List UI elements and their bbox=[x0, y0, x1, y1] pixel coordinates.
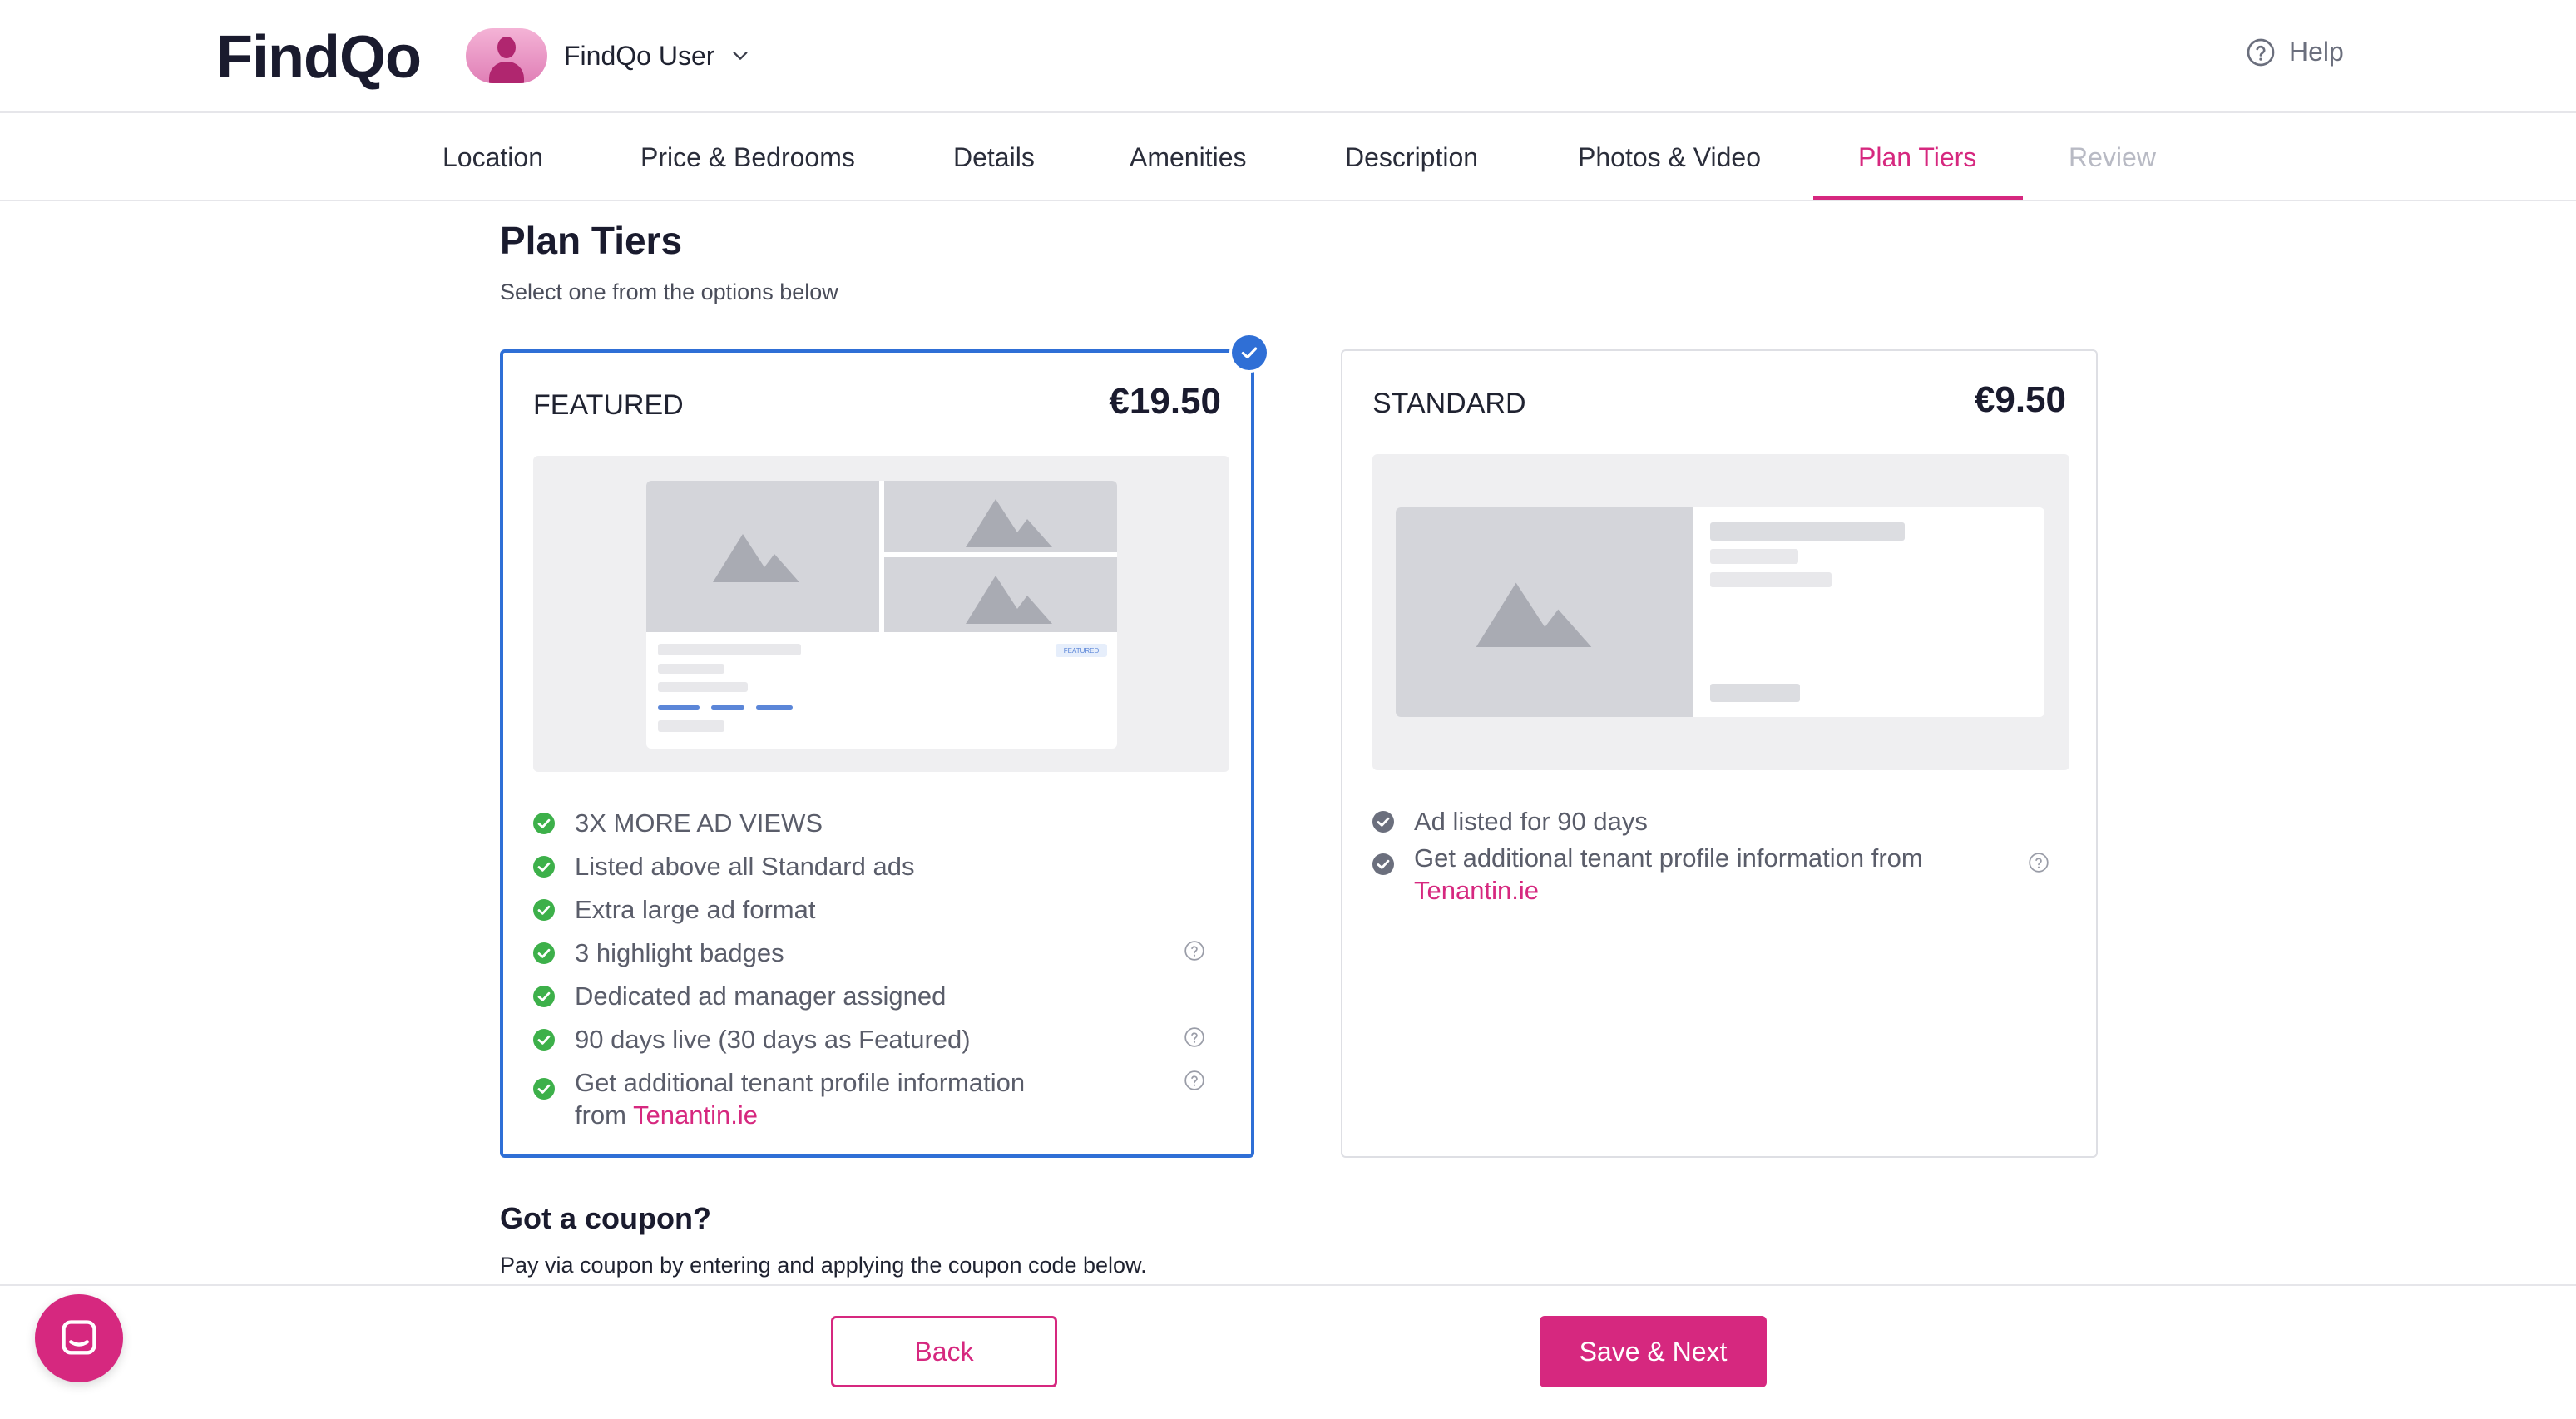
page-subtitle: Select one from the options below bbox=[500, 279, 838, 304]
feature-text: 3X MORE AD VIEWS bbox=[575, 808, 823, 838]
chat-bubble-icon bbox=[62, 1320, 96, 1355]
help-link[interactable]: Help bbox=[2246, 37, 2344, 67]
feature-text: Get additional tenant profile informatio… bbox=[1414, 843, 1923, 873]
user-menu[interactable]: FindQo User bbox=[466, 28, 749, 83]
featured-ad-preview: FEATURED bbox=[533, 456, 1229, 772]
question-circle-icon[interactable] bbox=[1184, 1026, 1205, 1048]
selected-check-icon bbox=[1229, 333, 1269, 373]
question-circle-icon[interactable] bbox=[1184, 1070, 1205, 1091]
check-circle-icon bbox=[533, 899, 555, 921]
image-placeholder-icon bbox=[713, 534, 799, 582]
plan-name: STANDARD bbox=[1372, 388, 1526, 419]
standard-ad-preview bbox=[1372, 454, 2069, 770]
check-circle-icon bbox=[1372, 811, 1394, 833]
list-item: 3 highlight badges bbox=[533, 937, 784, 969]
featured-preview-badge: FEATURED bbox=[1056, 644, 1107, 657]
feature-text: Extra large ad format bbox=[575, 895, 816, 924]
feature-text: Ad listed for 90 days bbox=[1414, 807, 1648, 836]
check-circle-icon bbox=[1372, 853, 1394, 875]
image-placeholder-icon bbox=[1476, 582, 1592, 647]
feature-text: Listed above all Standard ads bbox=[575, 852, 915, 881]
app-header: FindQo FindQo User Help bbox=[0, 0, 2576, 113]
footer-bar bbox=[0, 1284, 2576, 1419]
avatar bbox=[466, 28, 547, 83]
tab-review: Review bbox=[2069, 141, 2156, 172]
tab-amenities[interactable]: Amenities bbox=[1130, 113, 1247, 201]
findqo-logo[interactable]: FindQo bbox=[216, 23, 422, 91]
page-title: Plan Tiers bbox=[500, 219, 683, 262]
question-circle-icon[interactable] bbox=[2028, 852, 2049, 873]
save-next-button[interactable]: Save & Next bbox=[1540, 1316, 1767, 1387]
tab-description[interactable]: Description bbox=[1345, 113, 1478, 201]
plan-price: €19.50 bbox=[1109, 381, 1221, 422]
list-item: Dedicated ad manager assigned bbox=[533, 980, 946, 1012]
list-item: Ad listed for 90 days bbox=[1372, 805, 1648, 838]
chat-launcher-button[interactable] bbox=[35, 1294, 123, 1382]
check-circle-icon bbox=[533, 1029, 555, 1051]
feature-text: Get additional tenant profile informatio… bbox=[575, 1068, 1026, 1097]
list-item: 90 days live (30 days as Featured) bbox=[533, 1023, 971, 1056]
plan-price: €9.50 bbox=[1974, 379, 2066, 420]
back-button[interactable]: Back bbox=[831, 1316, 1057, 1387]
chevron-down-icon bbox=[733, 52, 748, 60]
list-item: Get additional tenant profile informatio… bbox=[1372, 842, 1923, 907]
tab-photos-video[interactable]: Photos & Video bbox=[1578, 113, 1761, 201]
tenantin-link[interactable]: Tenantin.ie bbox=[1414, 876, 1539, 905]
step-tabs: Location Price & Bedrooms Details Amenit… bbox=[0, 113, 2576, 201]
list-item: 3X MORE AD VIEWS bbox=[533, 807, 823, 839]
list-item: Extra large ad format bbox=[533, 893, 815, 926]
plan-card-featured[interactable]: FEATURED €19.50 FEATURED 3X MORE AD VIEW… bbox=[500, 349, 1254, 1158]
question-circle-icon[interactable] bbox=[1184, 940, 1205, 962]
tenantin-link[interactable]: Tenantin.ie bbox=[633, 1100, 758, 1130]
check-circle-icon bbox=[533, 813, 555, 834]
image-placeholder-icon bbox=[966, 499, 1052, 547]
check-circle-icon bbox=[533, 942, 555, 964]
tab-details[interactable]: Details bbox=[953, 113, 1035, 201]
image-placeholder-icon bbox=[966, 576, 1052, 624]
help-label: Help bbox=[2289, 37, 2344, 67]
list-item: Get additional tenant profile informatio… bbox=[533, 1066, 1025, 1131]
feature-text: 3 highlight badges bbox=[575, 938, 784, 967]
coupon-title: Got a coupon? bbox=[500, 1201, 711, 1235]
question-circle-icon bbox=[2247, 38, 2275, 66]
check-circle-icon bbox=[533, 856, 555, 878]
user-name: FindQo User bbox=[564, 40, 715, 71]
plan-name: FEATURED bbox=[533, 389, 684, 421]
plan-card-standard[interactable]: STANDARD €9.50 Ad listed for 90 days Get… bbox=[1341, 349, 2098, 1158]
tab-plan-tiers[interactable]: Plan Tiers bbox=[1858, 113, 1976, 201]
feature-text: Dedicated ad manager assigned bbox=[575, 981, 947, 1011]
feature-text-prefix: from bbox=[575, 1100, 634, 1130]
active-tab-indicator bbox=[1813, 196, 2023, 200]
check-circle-icon bbox=[533, 986, 555, 1007]
coupon-subtitle: Pay via coupon by entering and applying … bbox=[500, 1253, 1147, 1278]
feature-text: 90 days live (30 days as Featured) bbox=[575, 1025, 971, 1054]
tab-price-bedrooms[interactable]: Price & Bedrooms bbox=[640, 113, 855, 201]
tab-location[interactable]: Location bbox=[443, 113, 543, 201]
check-circle-icon bbox=[533, 1078, 555, 1100]
list-item: Listed above all Standard ads bbox=[533, 850, 914, 883]
